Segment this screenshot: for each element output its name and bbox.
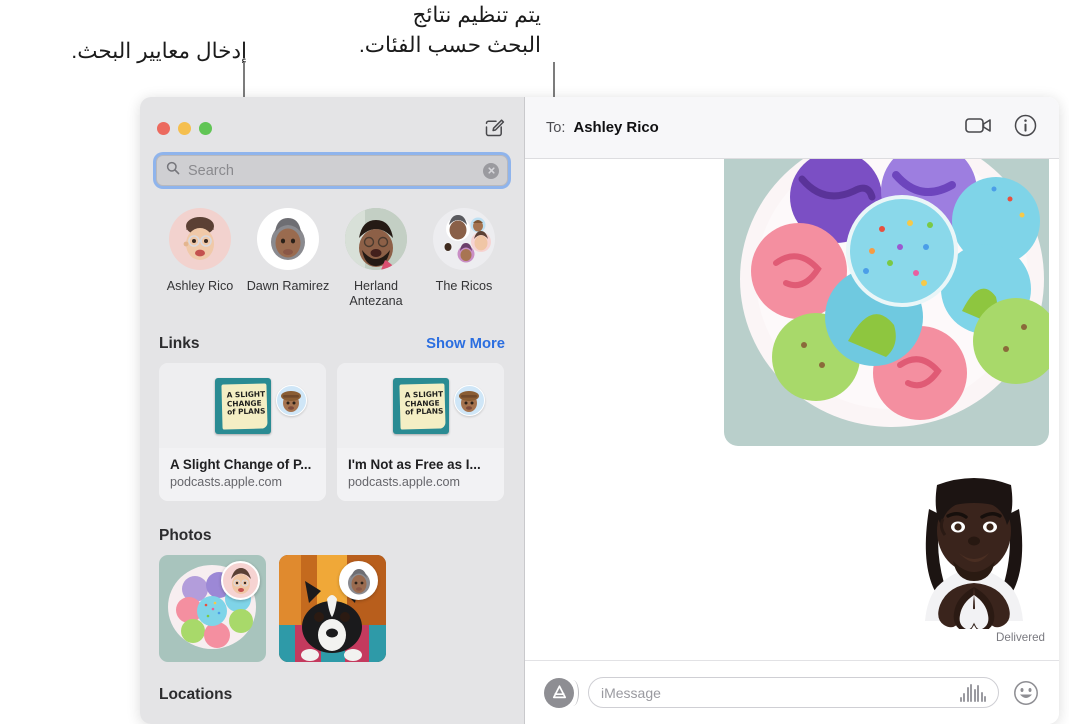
contact-result-1[interactable]: Dawn Ramirez [244, 208, 332, 309]
app-store-icon[interactable] [544, 677, 579, 708]
search-container: Search [140, 155, 524, 186]
message-placeholder: iMessage [601, 684, 661, 701]
message-transcript[interactable]: Delivered [525, 159, 1059, 660]
recipient-name[interactable]: Ashley Rico [573, 120, 658, 136]
photo-herland-avatar [345, 208, 407, 270]
clear-icon[interactable] [483, 162, 499, 179]
sidebar: Search Ashley Rico Dawn Ramirez Herland … [140, 97, 525, 724]
compose-icon[interactable] [481, 116, 506, 141]
search-placeholder: Search [188, 162, 234, 179]
link-result-0-meta: A Slight Change of P... podcasts.apple.c… [159, 448, 326, 501]
search-icon [166, 161, 180, 180]
message-composer: iMessage [525, 660, 1059, 724]
contact-result-3-name: The Ricos [435, 279, 493, 293]
contact-result-1-name: Dawn Ramirez [246, 279, 330, 293]
podcast-artwork-text: A SLIGHT CHANGE of PLANS [220, 382, 268, 430]
search-input[interactable]: Search [156, 155, 508, 186]
message-sticker[interactable] [901, 469, 1047, 633]
link-result-0-host: podcasts.apple.com [170, 475, 283, 489]
conversation-header-actions [965, 114, 1037, 142]
podcast-artwork-text: A SLIGHT CHANGE of PLANS [398, 382, 446, 430]
photo-result-1[interactable] [279, 555, 386, 662]
link-result-1[interactable]: A SLIGHT CHANGE of PLANS I'm Not as Free… [337, 363, 504, 501]
link-result-1-thumbnail: A SLIGHT CHANGE of PLANS [337, 363, 504, 448]
links-title: Links [159, 335, 200, 352]
locations-title: Locations [159, 686, 233, 703]
memoji-dawn-avatar [257, 208, 319, 270]
to-label: To: [546, 119, 566, 136]
message-photo[interactable] [724, 159, 1049, 446]
annotation-search-criteria: إدخال معايير البحث. [71, 39, 247, 63]
podcast-artwork-icon: A SLIGHT CHANGE of PLANS [214, 377, 271, 434]
link-result-0-sender-badge [276, 385, 307, 416]
link-result-0-thumbnail: A SLIGHT CHANGE of PLANS [159, 363, 326, 448]
contacts-results: Ashley Rico Dawn Ramirez Herland Antezan… [140, 186, 524, 309]
video-camera-icon[interactable] [965, 116, 992, 140]
links-section-header: Links Show More [140, 335, 524, 353]
link-result-0[interactable]: A SLIGHT CHANGE of PLANS A Slight Change… [159, 363, 326, 501]
photos-title: Photos [159, 527, 212, 544]
contact-result-2[interactable]: Herland Antezana [332, 208, 420, 309]
link-result-1-host: podcasts.apple.com [348, 475, 461, 489]
locations-section-header: Locations [140, 686, 524, 704]
link-result-1-sender-badge [454, 385, 485, 416]
delivery-status: Delivered [996, 631, 1045, 644]
memoji-ashley-avatar [169, 208, 231, 270]
messages-window: Search Ashley Rico Dawn Ramirez Herland … [140, 97, 1059, 724]
zoom-button[interactable] [199, 121, 212, 135]
emoji-smiley-icon[interactable] [1013, 680, 1039, 706]
contact-result-3[interactable]: The Ricos [420, 208, 508, 309]
minimize-button[interactable] [178, 121, 191, 135]
photos-section-header: Photos [140, 527, 524, 545]
link-result-1-meta: I'm Not as Free as I... podcasts.apple.c… [337, 448, 504, 501]
group-avatar-ricos [433, 208, 495, 270]
contact-result-0-name: Ashley Rico [166, 279, 234, 293]
conversation-pane: To: Ashley Rico Delivered iMessage [525, 97, 1059, 724]
link-result-0-title: A Slight Change of P... [170, 457, 312, 472]
photo-result-0[interactable] [159, 555, 266, 662]
photo-result-1-sender-badge [339, 561, 378, 600]
annotation-search-categories: يتم تنظيم نتائج البحث حسب الفئات. [358, 3, 541, 57]
photo-result-0-sender-badge [221, 561, 260, 600]
podcast-artwork-icon: A SLIGHT CHANGE of PLANS [392, 377, 449, 434]
close-button[interactable] [157, 121, 170, 135]
sidebar-titlebar [140, 97, 524, 159]
photos-results [140, 545, 524, 662]
traffic-lights [157, 121, 212, 135]
audio-waveform-icon[interactable] [959, 683, 986, 702]
link-result-1-title: I'm Not as Free as I... [348, 457, 481, 472]
info-icon[interactable] [1014, 114, 1037, 142]
conversation-header: To: Ashley Rico [525, 97, 1059, 159]
links-show-more-button[interactable]: Show More [426, 336, 505, 352]
links-results: A SLIGHT CHANGE of PLANS A Slight Change… [140, 353, 524, 501]
message-input[interactable]: iMessage [588, 677, 999, 708]
contact-result-0[interactable]: Ashley Rico [156, 208, 244, 309]
contact-result-2-name: Herland Antezana [349, 279, 403, 308]
